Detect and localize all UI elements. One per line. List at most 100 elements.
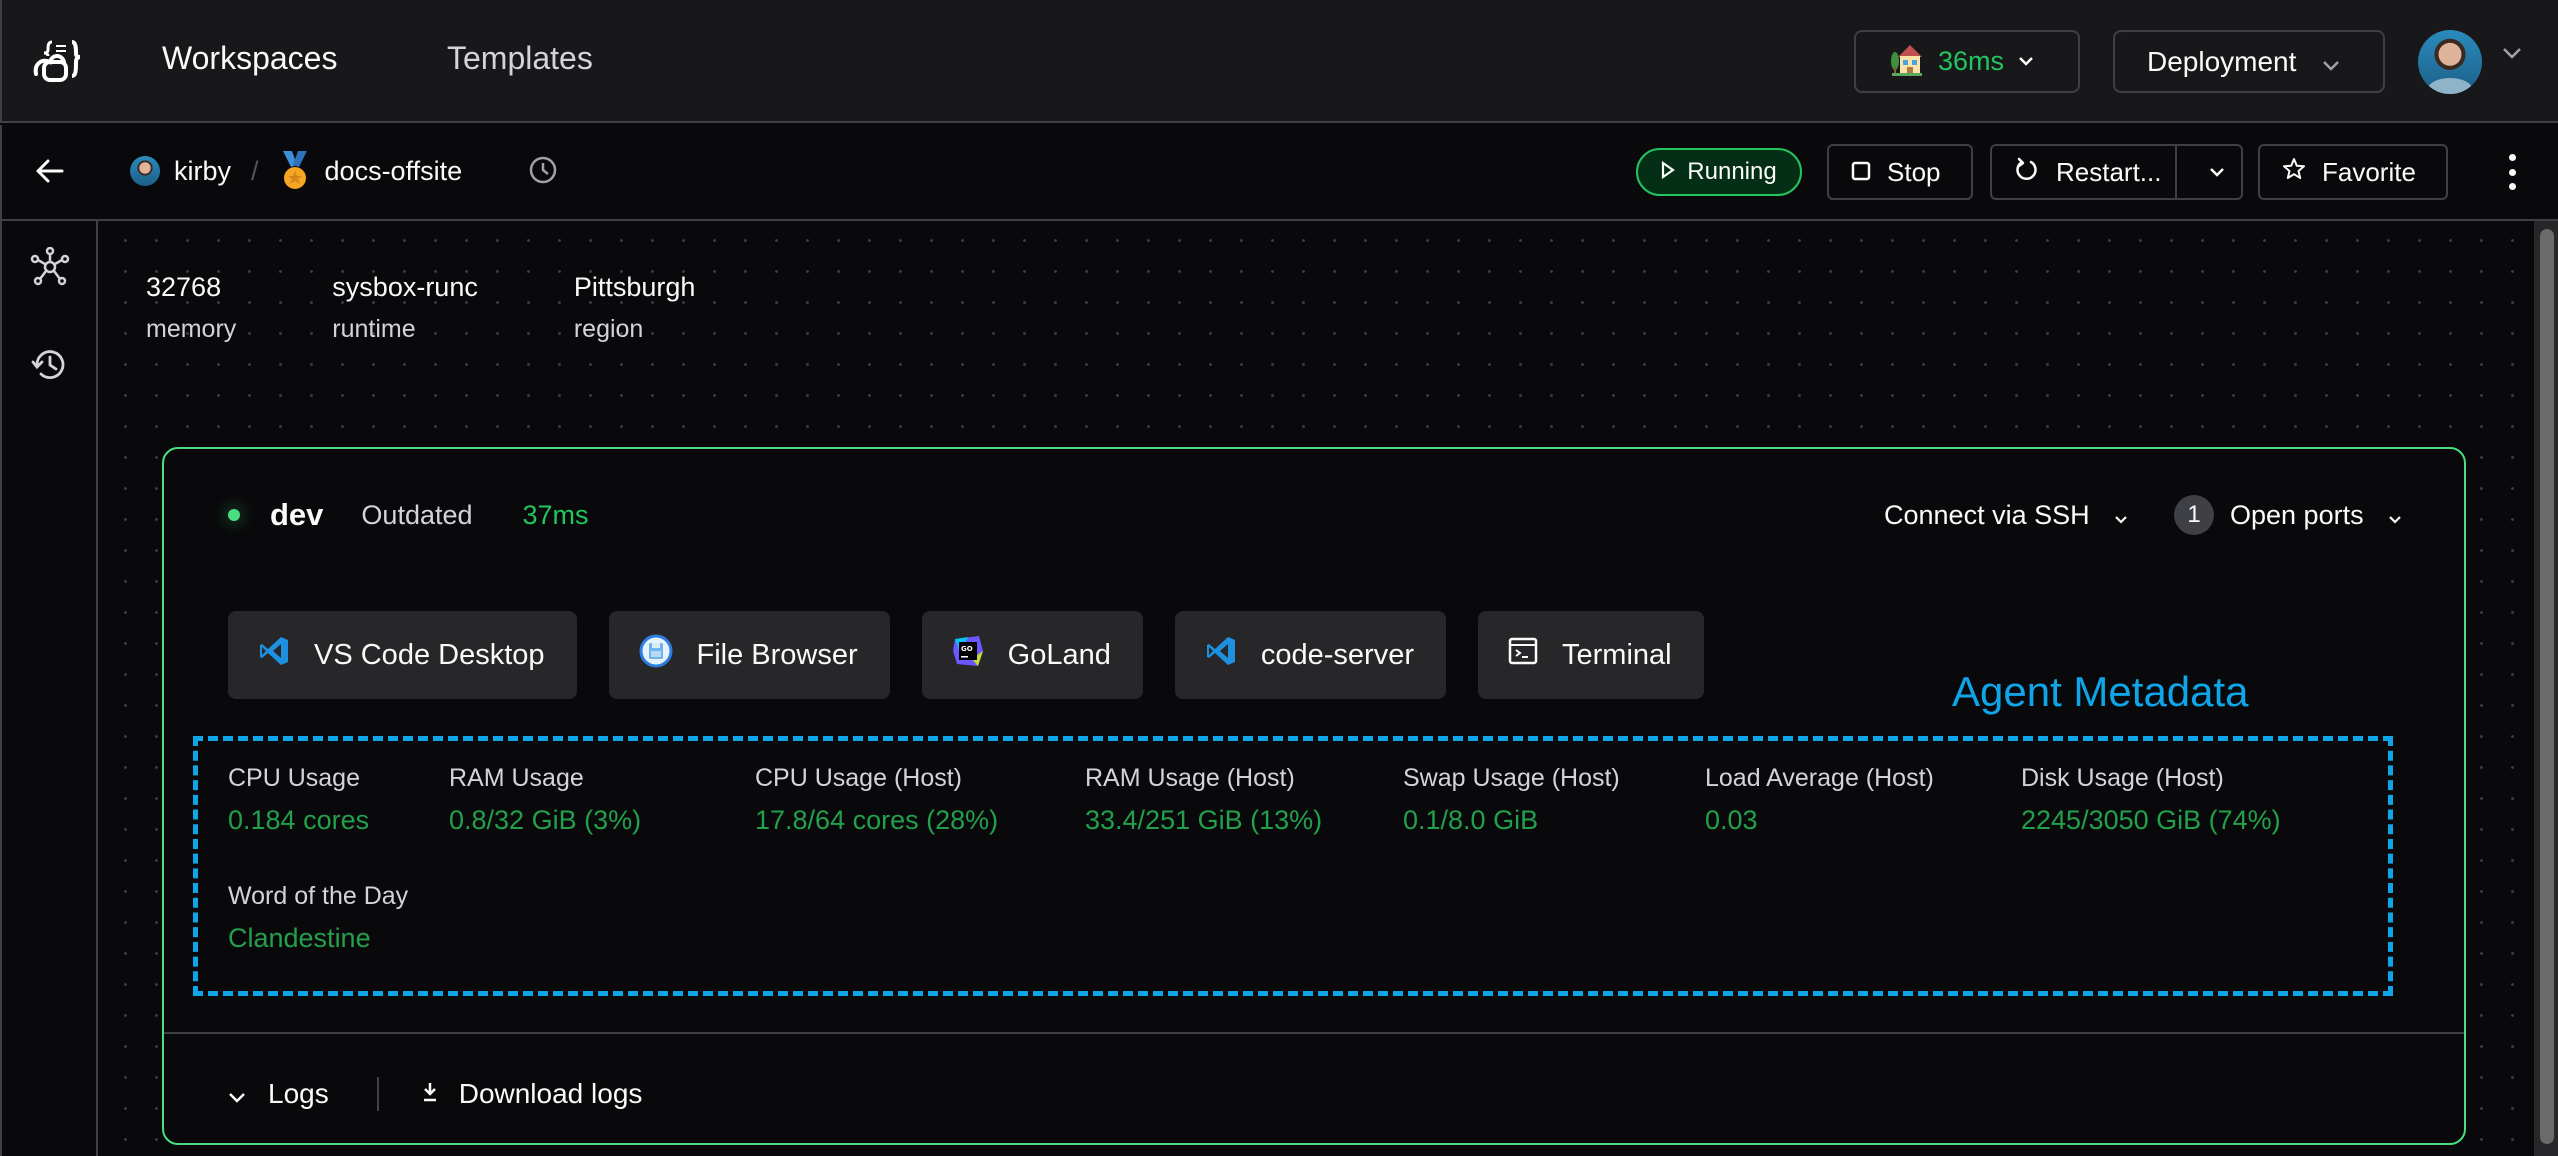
proxy-latency: 36ms: [1938, 46, 2005, 76]
stat-value: Pittsburgh: [573, 272, 696, 302]
breadcrumb: kirby / docs-offsite: [130, 151, 462, 191]
deployment-menu-button[interactable]: Deployment: [2113, 30, 2385, 93]
coder-logo-icon[interactable]: [30, 36, 86, 84]
house-emoji-icon: [1888, 41, 1924, 82]
chevron-down-icon: [2018, 53, 2034, 71]
stop-button[interactable]: Stop: [1827, 144, 1973, 200]
app-file-browser[interactable]: File Browser: [608, 611, 890, 699]
terminal-icon: [1508, 637, 1538, 673]
restart-button[interactable]: Restart...: [1992, 146, 2178, 198]
open-ports-button[interactable]: 1 Open ports: [2174, 493, 2402, 537]
metadata-value: 0.184 cores: [228, 805, 370, 835]
agent-status-dot: [228, 509, 240, 521]
download-logs-button[interactable]: Download logs: [421, 1078, 643, 1110]
app-label: File Browser: [696, 638, 858, 671]
stop-square-icon: [1851, 157, 1871, 188]
arrow-left-icon[interactable]: [34, 155, 66, 192]
logs-bar: Logs Download logs: [228, 1069, 642, 1119]
agent-version-status[interactable]: Outdated: [361, 500, 472, 531]
goland-icon: GO: [952, 635, 984, 675]
app-label: Terminal: [1562, 638, 1672, 671]
resources-hub-icon[interactable]: [30, 246, 70, 292]
metadata-item: CPU Usage 0.184 cores: [228, 764, 369, 836]
logs-toggle-button[interactable]: Logs: [228, 1078, 329, 1110]
metadata-label: Swap Usage (Host): [1403, 764, 1620, 792]
top-navbar: Workspaces Templates 36ms Deployment: [0, 0, 2558, 123]
logs-separator: [376, 1077, 379, 1111]
stat-label: region: [573, 315, 644, 343]
owner-avatar: [130, 156, 160, 186]
vertical-scrollbar[interactable]: [2534, 221, 2558, 1156]
metadata-label: CPU Usage (Host): [755, 764, 962, 792]
agent-name: dev: [270, 497, 324, 532]
download-icon: [421, 1078, 439, 1110]
restart-options-dropdown[interactable]: [2193, 167, 2241, 177]
vscode-icon: [1205, 635, 1237, 675]
stat-value: 32768: [146, 272, 222, 302]
side-rail: [0, 221, 98, 1156]
app-vscode-desktop[interactable]: VS Code Desktop: [228, 611, 577, 699]
metadata-value: 2245/3050 GiB (74%): [2021, 805, 2281, 835]
nav-templates[interactable]: Templates: [447, 40, 593, 77]
app-terminal[interactable]: Terminal: [1478, 611, 1704, 699]
logs-label: Logs: [268, 1078, 329, 1109]
metadata-item: Load Average (Host) 0.03: [1705, 764, 1934, 836]
ports-label: Open ports: [2230, 499, 2364, 530]
user-avatar[interactable]: [2418, 30, 2482, 94]
scrollbar-thumb[interactable]: [2540, 229, 2554, 1144]
metadata-label: Disk Usage (Host): [2021, 764, 2224, 792]
deployment-label: Deployment: [2147, 45, 2297, 77]
stat-label: runtime: [332, 315, 416, 343]
status-badge: Running: [1636, 148, 1802, 196]
metadata-item: Swap Usage (Host) 0.1/8.0 GiB: [1403, 764, 1620, 836]
medal-icon: [279, 151, 311, 191]
metadata-value: 0.03: [1705, 805, 1758, 835]
card-divider: [164, 1032, 2464, 1034]
chevron-down-icon: [2388, 500, 2402, 531]
star-icon: [2282, 157, 2306, 188]
user-menu-chevron-icon[interactable]: [2502, 46, 2522, 64]
status-text: Running: [1687, 158, 1777, 185]
metadata-label: Load Average (Host): [1705, 764, 1934, 792]
agent-latency: 37ms: [522, 499, 589, 530]
stat-label: memory: [146, 315, 237, 343]
chevron-down-icon: [228, 1078, 246, 1110]
ports-count-badge: 1: [2174, 495, 2214, 535]
download-logs-label: Download logs: [458, 1078, 643, 1109]
nav-workspaces[interactable]: Workspaces: [162, 40, 337, 77]
favorite-button[interactable]: Favorite: [2258, 144, 2448, 200]
metadata-item: RAM Usage (Host) 33.4/251 GiB (13%): [1085, 764, 1322, 836]
ssh-label: Connect via SSH: [1884, 499, 2090, 530]
play-icon: [1661, 158, 1676, 186]
agent-apps: VS Code Desktop File Browser GO GoLand c…: [228, 611, 1704, 699]
metadata-item: Disk Usage (Host) 2245/3050 GiB (74%): [2021, 764, 2281, 836]
connect-ssh-button[interactable]: Connect via SSH: [1884, 493, 2128, 537]
restart-label: Restart...: [2056, 156, 2162, 187]
proxy-selector-button[interactable]: 36ms: [1854, 30, 2080, 93]
metadata-value: 0.1/8.0 GiB: [1403, 805, 1539, 835]
stat-memory: 32768 memory: [146, 272, 236, 344]
more-options-icon[interactable]: [2500, 154, 2524, 190]
stat-runtime: sysbox-runc runtime: [332, 272, 478, 344]
metadata-item: CPU Usage (Host) 17.8/64 cores (28%): [755, 764, 998, 836]
app-label: GoLand: [1007, 638, 1111, 671]
annotation-label: Agent Metadata: [1952, 668, 2249, 715]
breadcrumb-workspace[interactable]: docs-offsite: [325, 156, 463, 187]
clock-icon[interactable]: [528, 155, 558, 190]
metadata-value: 0.8/32 GiB (3%): [449, 805, 642, 835]
app-goland[interactable]: GO GoLand: [921, 611, 1143, 699]
metadata-value: Clandestine: [228, 923, 371, 953]
history-icon[interactable]: [30, 345, 70, 390]
vscode-icon: [258, 635, 290, 675]
restart-button-group: Restart...: [1990, 144, 2243, 200]
breadcrumb-owner[interactable]: kirby: [174, 156, 231, 187]
metadata-item: RAM Usage 0.8/32 GiB (3%): [449, 764, 641, 836]
metadata-value: 17.8/64 cores (28%): [755, 805, 999, 835]
app-code-server[interactable]: code-server: [1174, 611, 1446, 699]
metadata-label: RAM Usage (Host): [1085, 764, 1295, 792]
metadata-label: CPU Usage: [228, 764, 360, 792]
svg-text:GO: GO: [961, 645, 973, 653]
chevron-down-icon: [2322, 46, 2340, 78]
chevron-down-icon: [2114, 500, 2128, 531]
file-browser-icon: [639, 634, 673, 676]
